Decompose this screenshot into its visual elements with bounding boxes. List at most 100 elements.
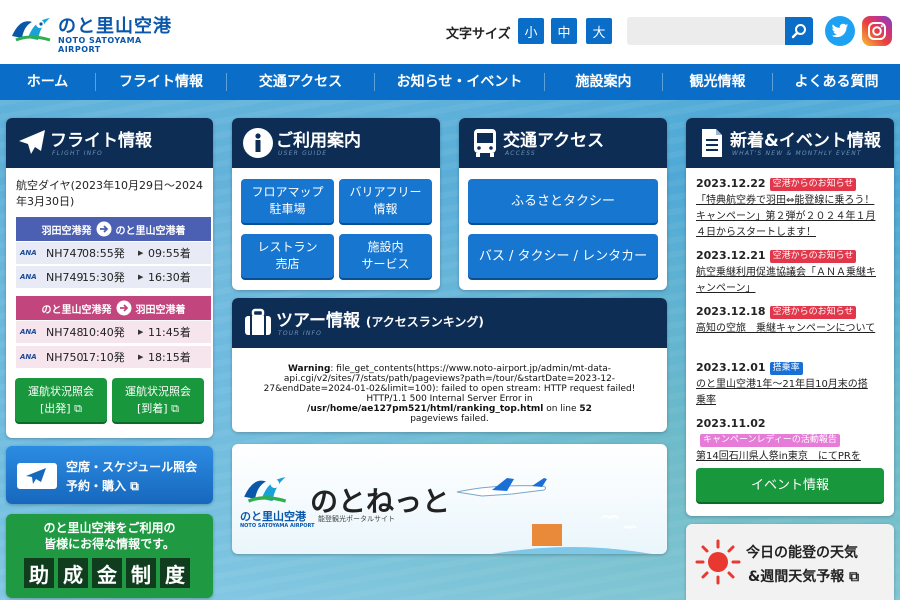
flight-number: NH748 [46, 325, 84, 339]
document-icon [702, 129, 722, 157]
subsidy-char: 金 [92, 558, 122, 588]
logo-title: のと里山空港 [58, 16, 172, 37]
flight-status-departure-button[interactable]: 運航状況照会 [出発] ⧉ [15, 378, 107, 422]
tour-panel-title-en: TOUR INFO [278, 330, 323, 337]
furusato-taxi-button[interactable]: ふるさとタクシー [468, 179, 658, 223]
nav-sightseeing[interactable]: 観光情報 [663, 73, 773, 91]
flight-arrival: 18:15着 [148, 351, 191, 364]
flight-status-arrival-button[interactable]: 運航状況照会 [到着] ⧉ [112, 378, 204, 422]
access-panel-title-en: ACCESS [505, 150, 536, 157]
triangle-right-icon: ▶ [138, 353, 144, 361]
news-date: 2023.12.01 [696, 361, 766, 374]
search-button[interactable] [785, 17, 813, 45]
font-size-large-button[interactable]: 大 [586, 18, 612, 44]
route-to: のと里山空港着 [115, 225, 186, 237]
access-panel-header: 交通アクセス ACCESS [459, 118, 667, 168]
news-category-badge: 搭乗率 [769, 362, 803, 375]
route-header-noto-to-haneda: のと里山空港発 羽田空港着 [16, 296, 211, 320]
logo-mark-icon [12, 18, 51, 42]
subsidy-char: 制 [126, 558, 156, 588]
button-label: 施設内 [367, 240, 404, 254]
arrow-right-icon [116, 300, 131, 316]
flight-row: ANA NH747 08:55発 ▶ 09:55着 [16, 242, 211, 264]
twitter-link[interactable] [825, 16, 855, 46]
guide-panel-title-en: USER GUIDE [278, 150, 328, 157]
instagram-link[interactable] [862, 16, 892, 46]
subsidy-banner[interactable]: のと里山空港をご利用の 皆様にお得な情報です。 助 成 金 制 度 [6, 514, 213, 598]
nav-faq[interactable]: よくある質問 [773, 73, 900, 91]
news-link[interactable]: 航空乗継利用促進協議会「ＡＮＡ乗継キャンペーン」 [696, 267, 876, 294]
news-item[interactable]: 2023.12.01 搭乗率 のと里山空港1年～21年目10月末の搭乗率 [696, 360, 876, 409]
twitter-bird-icon [831, 23, 849, 38]
news-panel-title: 新着&イベント情報 [730, 131, 881, 151]
ana-logo-icon: ANA [20, 249, 37, 257]
barrier-free-button[interactable]: バリアフリー 情報 [339, 179, 432, 223]
flight-departure: 10:40発 [82, 326, 125, 339]
news-item[interactable]: 2023.12.21 空港からのお知らせ 航空乗継利用促進協議会「ＡＮＡ乗継キャン… [696, 248, 876, 297]
triangle-right-icon: ▶ [138, 249, 144, 257]
suitcase-icon [245, 308, 271, 335]
flight-departure: 17:10発 [82, 351, 125, 364]
nav-home[interactable]: ホーム [0, 73, 96, 91]
flight-departure: 15:30発 [82, 271, 125, 284]
banner-logo-subtitle: NOTO SATOYAMA AIRPORT [240, 523, 315, 529]
guide-panel-header: ご利用案内 USER GUIDE [232, 118, 440, 168]
bus-icon [474, 129, 496, 157]
site-logo[interactable]: のと里山空港 NOTO SATOYAMA AIRPORT [8, 10, 178, 54]
news-date: 2023.12.21 [696, 249, 766, 262]
event-info-button[interactable]: イベント情報 [696, 468, 884, 502]
button-label: 運航状況照会 [28, 385, 94, 398]
font-size-medium-button[interactable]: 中 [551, 18, 577, 44]
nav-news-events[interactable]: お知らせ・イベント [375, 73, 545, 91]
flight-number: NH749 [46, 270, 84, 284]
airplane-illustration-icon [456, 478, 547, 497]
facility-service-button[interactable]: 施設内 サービス [339, 234, 432, 278]
news-link[interactable]: 高知の空旅 乗継キャンペーンについて [696, 323, 875, 334]
news-link[interactable]: 「特典航空券で羽田⇔能登線に乗ろう！キャンペーン」第２弾が２０２４年１月４日から… [696, 195, 876, 238]
tour-panel-header: ツアー情報 (アクセスランキング) TOUR INFO [232, 298, 667, 348]
subsidy-char: 成 [58, 558, 88, 588]
access-panel-title: 交通アクセス [503, 131, 605, 151]
ana-logo-icon: ANA [20, 273, 37, 281]
user-guide-panel: ご利用案内 USER GUIDE フロアマップ 駐車場 バリアフリー 情報 レストラ… [232, 118, 440, 290]
ana-logo-icon: ANA [20, 353, 37, 361]
tour-panel-title: ツアー情報 (アクセスランキング) [276, 311, 484, 331]
airplane-icon [19, 130, 45, 154]
banner-logo-title: のと里山空港 [240, 510, 306, 523]
news-date: 2023.12.22 [696, 177, 766, 190]
bus-taxi-rental-button[interactable]: バス / タクシー / レンタカー [468, 234, 658, 278]
flight-row: ANA NH748 10:40発 ▶ 11:45着 [16, 321, 211, 343]
weather-banner-line2: &週間天気予報 ⧉ [748, 569, 860, 585]
news-link[interactable]: 第14回石川県人祭in東京 にてPRを [696, 451, 861, 462]
nav-flight-info[interactable]: フライト情報 [96, 73, 227, 91]
nav-access[interactable]: 交通アクセス [227, 73, 375, 91]
nav-facility[interactable]: 施設案内 [545, 73, 663, 91]
restaurant-shop-button[interactable]: レストラン 売店 [241, 234, 334, 278]
button-label: 情報 [373, 202, 398, 216]
flight-panel-header: フライト情報 FLIGHT INFO [6, 118, 213, 168]
font-size-label: 文字サイズ [446, 27, 511, 42]
news-item[interactable]: 2023.12.22 空港からのお知らせ 「特典航空券で羽田⇔能登線に乗ろう！キャ… [696, 176, 876, 241]
news-link[interactable]: のと里山空港1年～21年目10月末の搭乗率 [696, 379, 868, 406]
schedule-banner-line2: 予約・購入 ⧉ [66, 479, 139, 493]
route-from: のと里山空港発 [41, 304, 112, 316]
weather-banner[interactable]: 今日の能登の天気 &週間天気予報 ⧉ [686, 524, 894, 600]
search-input[interactable] [627, 17, 785, 45]
seagulls-and-boat-illustration-icon [492, 515, 652, 554]
button-label: [出発] ⧉ [40, 402, 82, 415]
banner-logo-icon [244, 477, 287, 503]
button-label: レストラン [257, 240, 318, 254]
news-item[interactable]: 2023.12.18 空港からのお知らせ 高知の空旅 乗継キャンペーンについて [696, 304, 876, 337]
news-date: 2023.11.02 [696, 417, 766, 430]
news-item[interactable]: 2023.11.02 キャンペーンレディーの活動報告 第14回石川県人祭in東京 … [696, 416, 876, 464]
guide-panel-title: ご利用案内 [276, 131, 361, 151]
route-from: 羽田空港発 [41, 225, 92, 237]
route-header-haneda-to-noto: 羽田空港発 のと里山空港着 [16, 217, 211, 241]
button-label: バリアフリー [349, 185, 422, 199]
schedule-reservation-banner[interactable]: 空席・スケジュール照会 予約・購入 ⧉ [6, 446, 213, 504]
font-size-small-button[interactable]: 小 [518, 18, 544, 44]
floor-map-button[interactable]: フロアマップ 駐車場 [241, 179, 334, 223]
news-events-panel: 新着&イベント情報 WHAT'S NEW & MONTHLY EVENT 202… [686, 118, 894, 516]
noto-net-banner[interactable]: のと里山空港 NOTO SATOYAMA AIRPORT のとねっと 能登観光ポ… [232, 444, 667, 554]
flight-schedule-period: 航空ダイヤ(2023年10月29日～2024年3月30日) [16, 179, 203, 208]
